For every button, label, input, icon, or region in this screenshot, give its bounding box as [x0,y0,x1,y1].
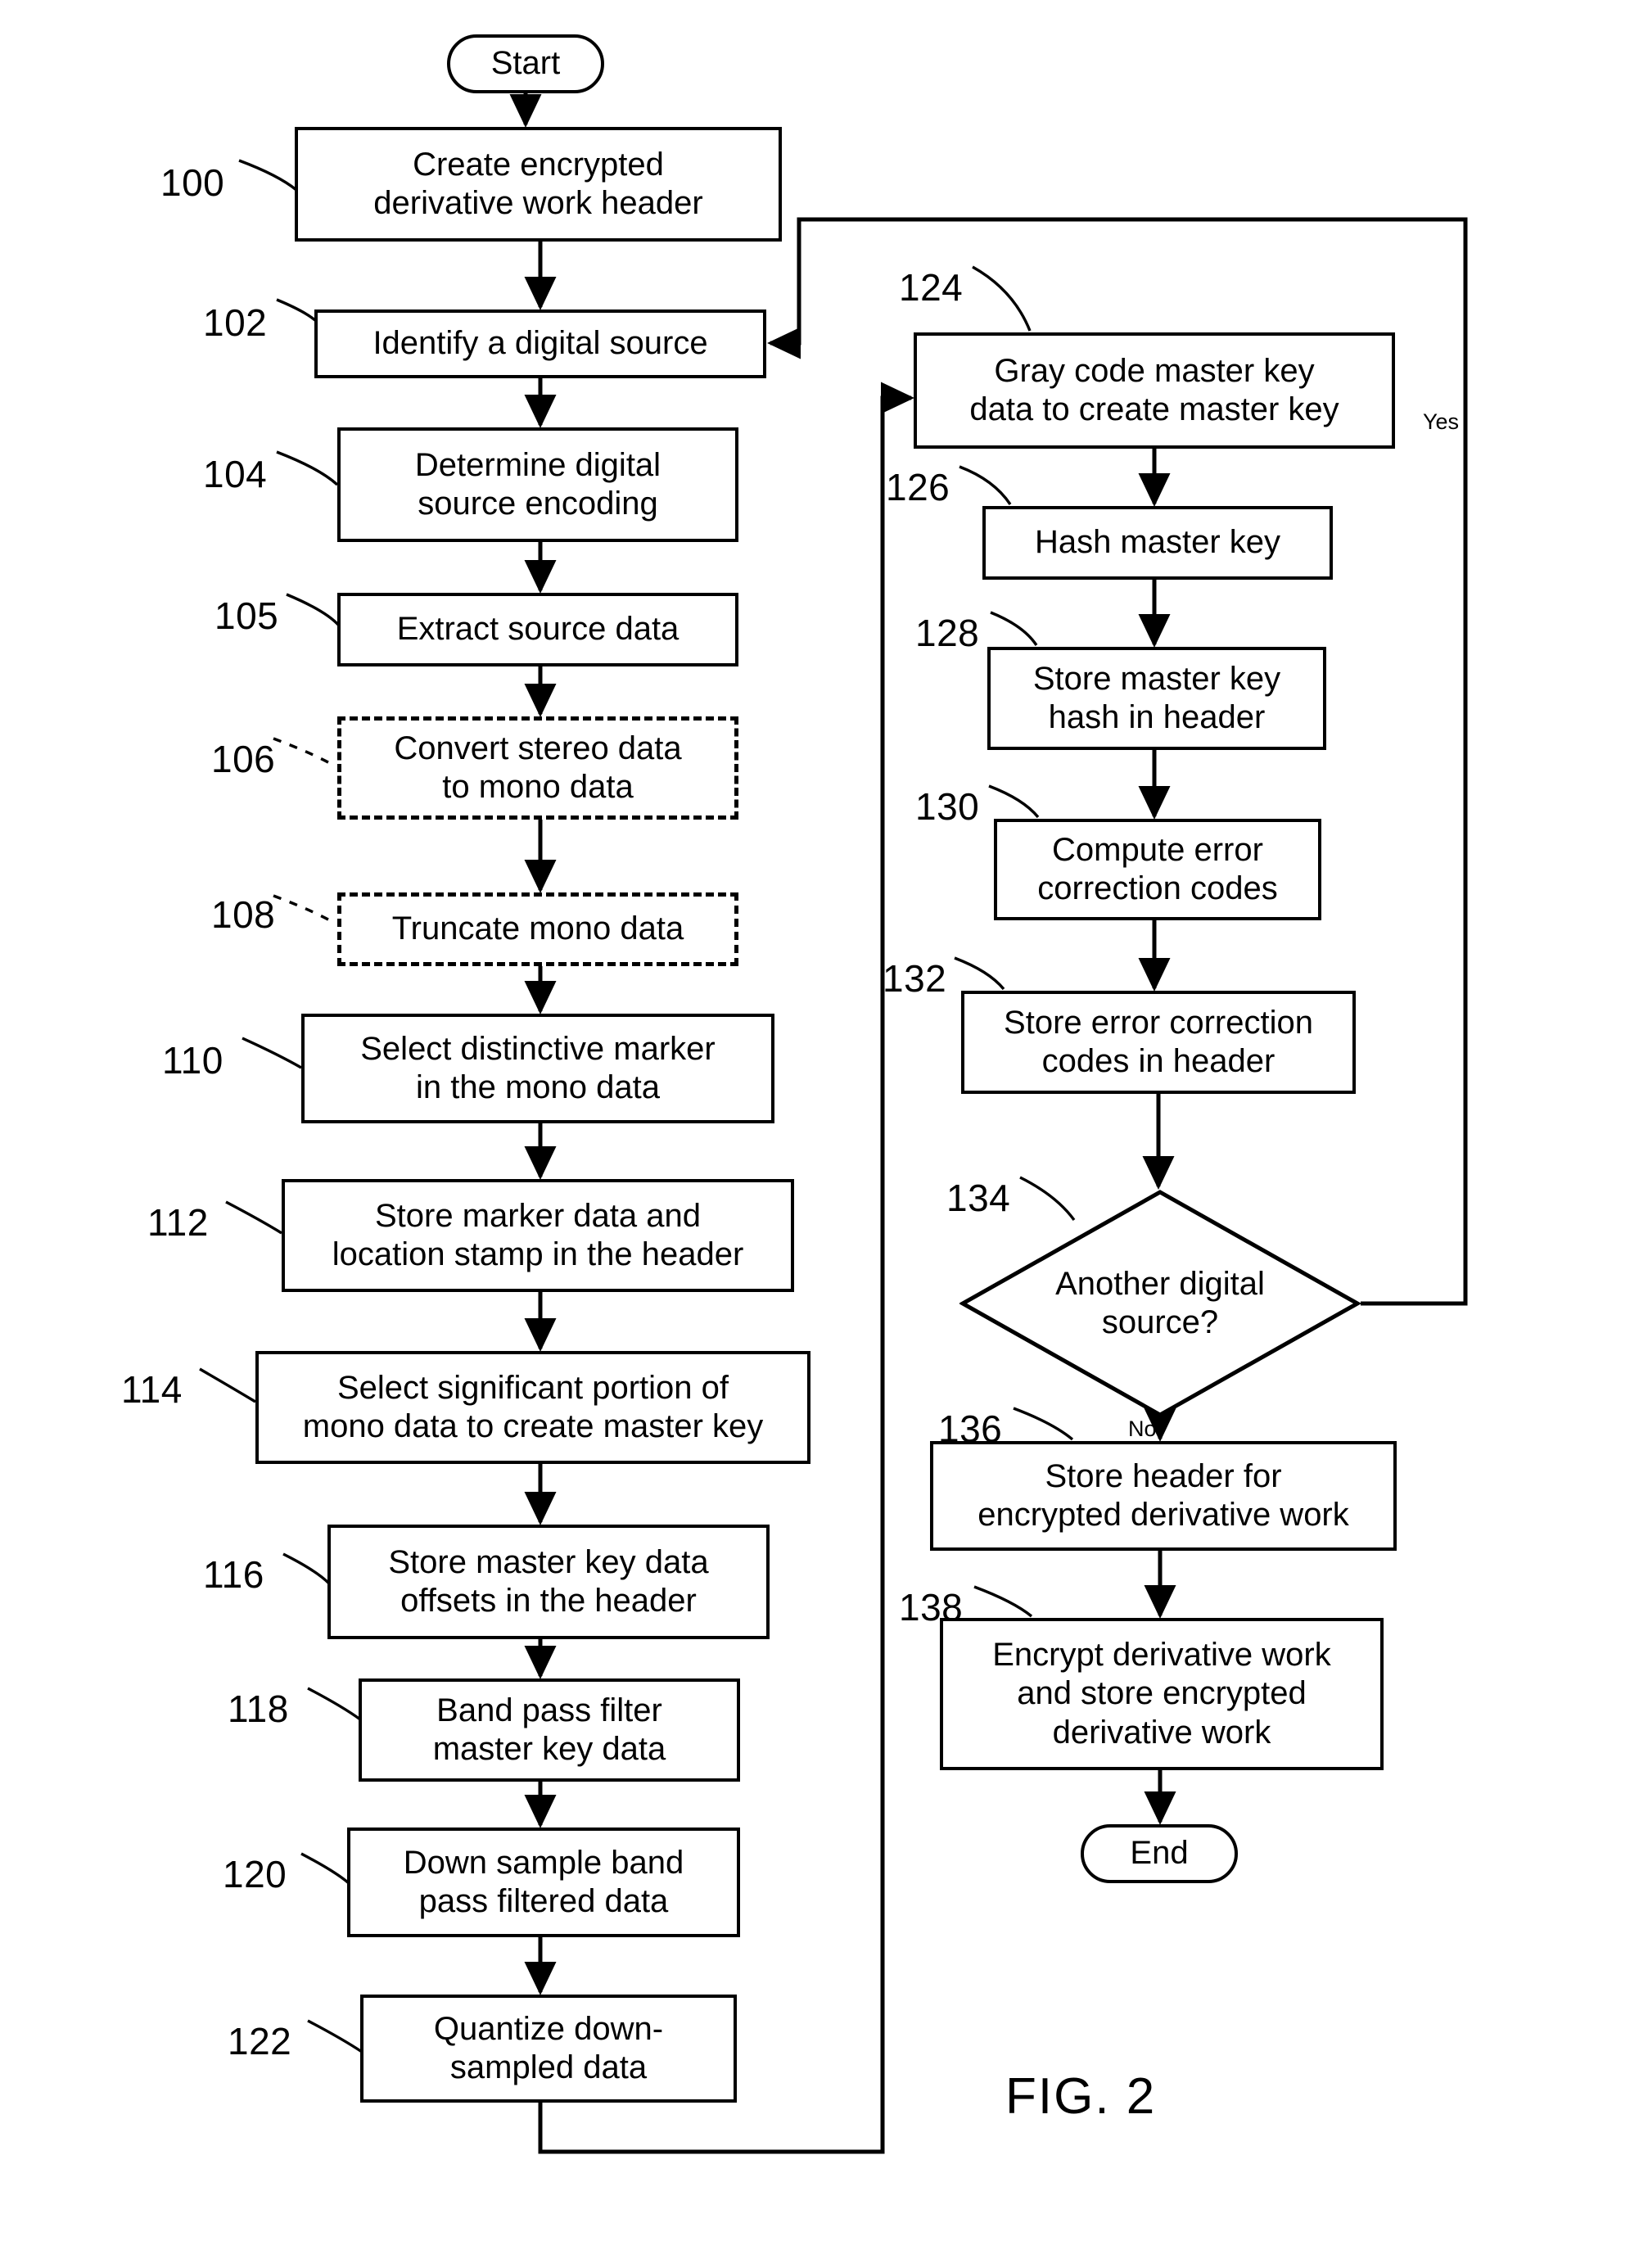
terminal-start: Start [447,34,604,93]
patent-flowchart-figure: Start Create encrypted derivative work h… [0,0,1648,2268]
process-identify-digital-source: Identify a digital source [314,309,766,378]
process-down-sample-band-pass-filtered-data: Down sample band pass filtered data [347,1828,740,1937]
figure-caption: FIG. 2 [1005,2068,1157,2125]
ref-numeral-136: 136 [938,1407,1003,1450]
process-select-significant-portion-of-mono-data: Select significant portion of mono data … [255,1351,810,1464]
ref-numeral-110: 110 [162,1039,223,1082]
branch-label-no: No [1128,1416,1157,1441]
process-band-pass-filter-master-key-data: Band pass filter master key data [359,1678,740,1782]
ref-numeral-104: 104 [203,453,268,495]
ref-numeral-120: 120 [223,1853,287,1895]
process-create-encrypted-derivative-work-header: Create encrypted derivative work header [295,127,782,242]
decision-another-digital-source: Another digital source? [959,1189,1361,1418]
branch-label-yes: Yes [1423,409,1460,434]
terminal-end: End [1081,1824,1238,1883]
ref-numeral-126: 126 [886,466,950,508]
leader-lines-dashed [273,737,336,925]
process-determine-digital-source-encoding: Determine digital source encoding [337,427,738,542]
process-select-distinctive-marker: Select distinctive marker in the mono da… [301,1014,774,1123]
ref-numeral-102: 102 [203,301,268,344]
ref-numeral-124: 124 [899,266,964,309]
process-store-master-key-hash-in-header: Store master key hash in header [987,647,1326,750]
process-encrypt-and-store-derivative-work: Encrypt derivative work and store encryp… [940,1618,1384,1770]
ref-numeral-106: 106 [211,738,276,780]
ref-numeral-128: 128 [915,612,980,654]
ref-numeral-134: 134 [946,1177,1011,1219]
process-truncate-mono-data-optional: Truncate mono data [337,892,738,966]
ref-numeral-130: 130 [915,785,980,828]
ref-numeral-105: 105 [214,594,279,637]
ref-numeral-138: 138 [899,1586,964,1629]
decision-label: Another digital source? [1055,1265,1265,1340]
process-quantize-down-sampled-data: Quantize down- sampled data [360,1995,737,2103]
process-compute-error-correction-codes: Compute error correction codes [994,819,1321,920]
process-gray-code-master-key-data: Gray code master key data to create mast… [914,332,1395,449]
ref-numeral-114: 114 [121,1368,183,1411]
process-hash-master-key: Hash master key [982,506,1333,580]
ref-numeral-118: 118 [228,1687,289,1730]
process-store-header-for-encrypted-derivative-work: Store header for encrypted derivative wo… [930,1441,1397,1551]
process-extract-source-data: Extract source data [337,593,738,666]
ref-numeral-112: 112 [147,1201,209,1244]
process-store-master-key-data-offsets: Store master key data offsets in the hea… [327,1525,770,1639]
ref-numeral-122: 122 [228,2020,292,2062]
process-convert-stereo-to-mono-optional: Convert stereo data to mono data [337,716,738,820]
process-store-error-correction-codes-in-header: Store error correction codes in header [961,991,1356,1094]
ref-numeral-116: 116 [203,1553,264,1596]
ref-numeral-132: 132 [883,957,947,1000]
ref-numeral-100: 100 [160,161,225,204]
process-store-marker-data-and-location-stamp: Store marker data and location stamp in … [282,1179,794,1292]
ref-numeral-108: 108 [211,893,276,936]
